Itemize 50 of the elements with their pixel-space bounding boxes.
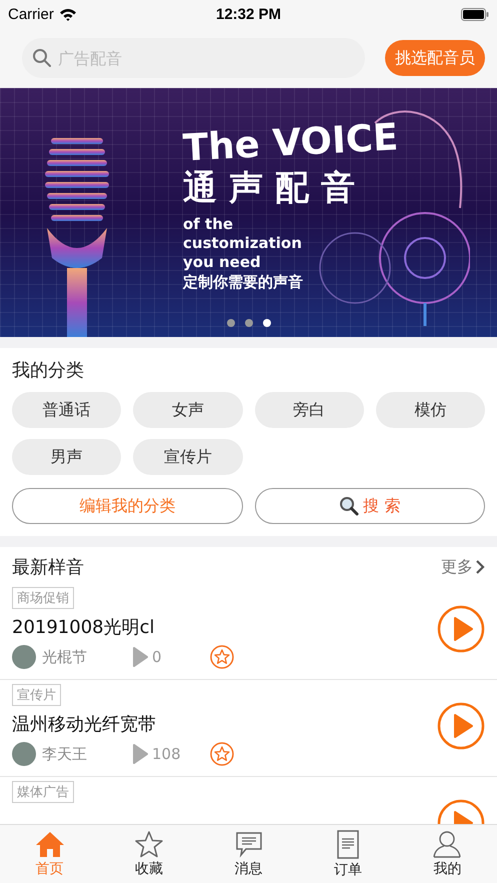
- search-icon: [339, 496, 360, 516]
- page-dot[interactable]: [262, 319, 270, 327]
- author-name: 李天王: [42, 744, 88, 764]
- tab-bar-item[interactable]: 订单: [298, 825, 398, 883]
- section-title: 最新样音: [12, 556, 84, 579]
- battery-icon: [461, 8, 490, 20]
- favorite-icon[interactable]: [210, 645, 234, 669]
- star-icon: [134, 830, 164, 858]
- home-icon: [34, 830, 65, 858]
- play-count: 108: [152, 745, 182, 763]
- category-chip[interactable]: 男声: [12, 439, 122, 475]
- category-chip[interactable]: 宣传片: [133, 439, 242, 475]
- banner-tagline-chinese: 定制你需要的声音: [183, 273, 304, 292]
- category-chip[interactable]: 普通话: [12, 392, 122, 428]
- tab-bar-item[interactable]: 消息: [198, 825, 298, 883]
- category-tag: 商场促销: [12, 587, 74, 609]
- category-chip[interactable]: 女声: [133, 392, 242, 428]
- avatar: [12, 645, 36, 669]
- play-count-icon: [132, 743, 148, 765]
- category-chip[interactable]: 旁白: [254, 392, 364, 428]
- author-name: 光棍节: [42, 648, 88, 666]
- chevron-icon: [475, 559, 485, 575]
- banner-title: The VOICE: [182, 118, 400, 167]
- wifi-icon: [58, 8, 77, 20]
- page-dot[interactable]: [244, 319, 252, 327]
- tab-bar-item[interactable]: 收藏: [99, 825, 199, 883]
- banner-tagline: you need: [183, 252, 262, 272]
- banner-tagline: of the: [183, 215, 234, 234]
- section-title: 我的分类: [12, 359, 85, 382]
- category-tag: 媒体广告: [12, 781, 74, 803]
- category-tag: 宣传片: [12, 684, 61, 706]
- page-dot[interactable]: [226, 319, 234, 327]
- message-icon: [234, 830, 264, 858]
- carrier-name: Carrier: [8, 6, 54, 22]
- person-icon: [432, 830, 462, 858]
- document-icon: [336, 830, 360, 858]
- play-count-icon: [132, 646, 148, 668]
- banner-tagline: customization: [183, 234, 303, 252]
- search-icon: [32, 48, 52, 68]
- banner-title-chinese: 通声配音: [183, 167, 368, 210]
- tab-bar-item[interactable]: 我的: [398, 825, 497, 883]
- avatar: [12, 742, 36, 766]
- favorite-icon[interactable]: [210, 742, 234, 766]
- sample-title[interactable]: 20191008光明cl: [12, 615, 437, 639]
- play-count: 0: [152, 648, 163, 666]
- status-time: 12:32 PM: [216, 6, 282, 22]
- more-link[interactable]: 更多: [441, 556, 485, 578]
- sample-title[interactable]: 温州移动光纤宽带: [12, 712, 437, 736]
- category-chip[interactable]: 模仿: [376, 392, 485, 428]
- promo-banner[interactable]: The VOICE 通声配音 of the customization you need 定制你需要的声音: [0, 88, 497, 337]
